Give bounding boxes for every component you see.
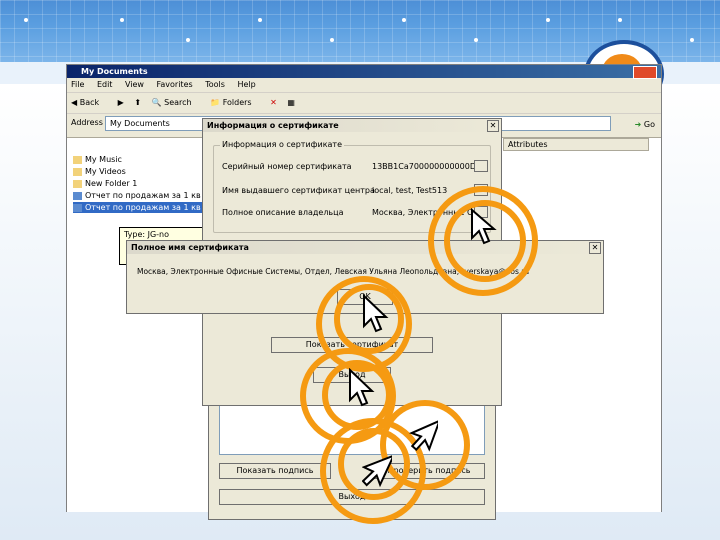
close-icon[interactable]: ✕	[589, 242, 601, 254]
cursor-arrow-icon	[349, 368, 375, 407]
certificate-dialog-titlebar: Информация о сертификате ✕	[203, 119, 501, 132]
go-label: Go	[643, 120, 655, 129]
decor-dot	[474, 38, 478, 42]
certificate-dialog-title: Информация о сертификате	[207, 121, 339, 130]
decor-dot	[330, 38, 334, 42]
file-name: Отчет по продажам за 1 кв 200	[85, 203, 219, 212]
cursor-arrow-icon	[408, 418, 438, 452]
folder-icon	[73, 179, 82, 188]
back-label: Back	[79, 98, 100, 107]
cursor-arrow-icon	[471, 208, 497, 245]
file-item[interactable]: New Folder 1	[73, 178, 137, 189]
menu-tools[interactable]: Tools	[205, 80, 225, 89]
issuer-value: local, test, Test513	[372, 186, 448, 195]
menu-favorites[interactable]: Favorites	[157, 80, 193, 89]
decor-dot	[402, 18, 406, 22]
file-item[interactable]: Отчет по продажам за 1 кв 200	[73, 190, 219, 201]
delete-icon[interactable]: ✕	[270, 98, 277, 107]
explorer-titlebar: My Documents	[67, 65, 661, 79]
folder-icon	[73, 167, 82, 176]
back-button[interactable]: ◀ Back	[71, 98, 107, 107]
document-icon	[73, 203, 82, 212]
file-name: My Videos	[85, 167, 126, 176]
file-name: Отчет по продажам за 1 кв 200	[85, 191, 219, 200]
decor-dot	[618, 18, 622, 22]
file-name: New Folder 1	[85, 179, 138, 188]
go-arrow-icon: ➜	[634, 120, 642, 129]
views-icon[interactable]: ▦	[287, 98, 295, 107]
menu-edit[interactable]: Edit	[97, 80, 113, 89]
window-title: My Documents	[81, 67, 148, 76]
column-header-attributes[interactable]: Attributes	[503, 138, 649, 151]
decor-dot	[186, 38, 190, 42]
up-folder-icon[interactable]: ⬆	[134, 98, 141, 107]
decor-dot	[690, 38, 694, 42]
decor-dot	[258, 18, 262, 22]
folders-button[interactable]: 📁 Folders	[210, 98, 259, 107]
toolbar: ◀ Back ▶ ⬆ 🔍 Search 📁 Folders ✕ ▦	[67, 92, 661, 113]
decor-dot	[546, 18, 550, 22]
folder-icon	[73, 155, 82, 164]
document-icon	[73, 191, 82, 200]
issuer-label: Имя выдавшего сертификат центра	[222, 186, 375, 195]
group-label: Информация о сертификате	[220, 140, 345, 149]
close-icon[interactable]	[633, 66, 657, 79]
forward-button[interactable]: ▶	[118, 98, 124, 107]
decor-dot	[24, 18, 28, 22]
serial-label: Серийный номер сертификата	[222, 162, 352, 171]
folders-label: Folders	[222, 98, 252, 107]
serial-details-button[interactable]	[474, 160, 488, 172]
close-icon[interactable]: ✕	[487, 120, 499, 132]
address-label: Address	[71, 118, 103, 127]
cursor-arrow-icon	[363, 294, 389, 333]
search-label: Search	[164, 98, 192, 107]
cursor-arrow-icon	[362, 453, 392, 488]
menu-bar: File Edit View Favorites Tools Help	[67, 78, 661, 92]
full-name-title: Полное имя сертификата	[131, 243, 249, 252]
go-button[interactable]: ➜ Go	[635, 116, 655, 134]
file-item[interactable]: My Music	[73, 154, 122, 165]
show-signature-button[interactable]: Показать подпись	[219, 463, 331, 479]
file-item-selected[interactable]: Отчет по продажам за 1 кв 200	[73, 202, 219, 213]
owner-label: Полное описание владельца	[222, 208, 344, 217]
file-name: My Music	[85, 155, 122, 164]
menu-view[interactable]: View	[125, 80, 144, 89]
menu-file[interactable]: File	[71, 80, 84, 89]
menu-help[interactable]: Help	[237, 80, 255, 89]
file-item[interactable]: My Videos	[73, 166, 126, 177]
serial-value: 13BB1Ca700000000000D	[372, 162, 476, 171]
decor-dot	[120, 18, 124, 22]
search-button[interactable]: 🔍 Search	[152, 98, 200, 107]
